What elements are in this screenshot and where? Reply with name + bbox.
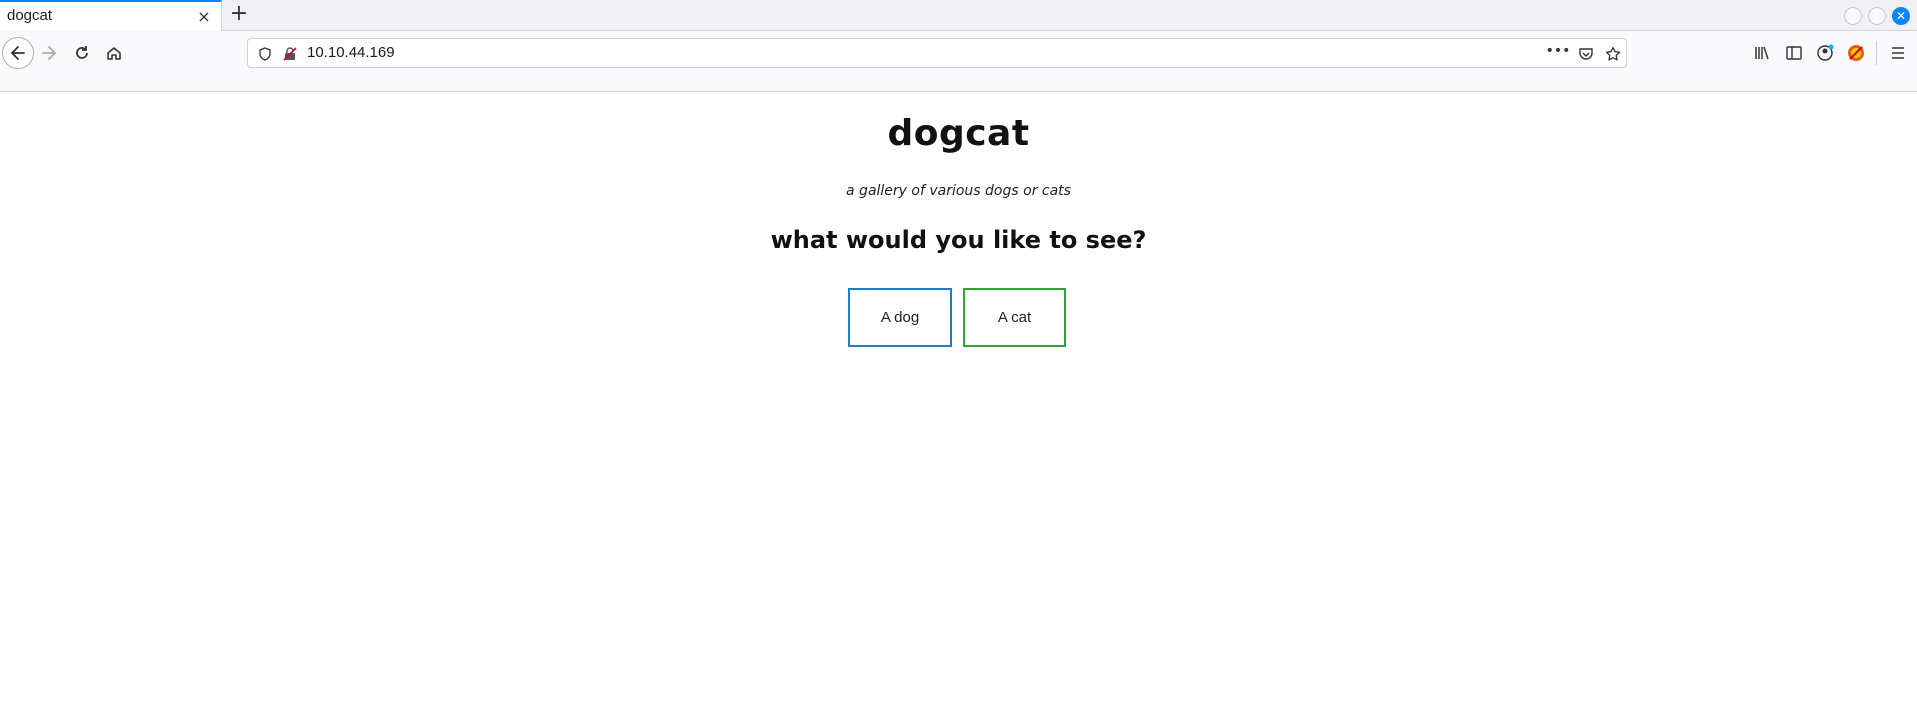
forward-button[interactable] bbox=[35, 39, 63, 67]
tab-strip: dogcat × + ✕ bbox=[0, 0, 1917, 31]
bookmark-star-icon[interactable] bbox=[1605, 46, 1621, 62]
sidebar-button[interactable] bbox=[1780, 39, 1808, 67]
menu-icon bbox=[1892, 47, 1904, 59]
extension-icon bbox=[1848, 45, 1864, 61]
shield-icon[interactable] bbox=[257, 46, 273, 62]
sidebar-icon bbox=[1786, 46, 1802, 60]
window-close-button[interactable]: ✕ bbox=[1892, 7, 1910, 25]
navigation-toolbar: 10.10.44.169 ••• bbox=[0, 31, 1917, 92]
reload-icon bbox=[76, 46, 88, 59]
tab-dogcat[interactable]: dogcat × bbox=[0, 0, 222, 31]
tab-title: dogcat bbox=[7, 7, 53, 24]
back-button[interactable] bbox=[2, 37, 34, 69]
page-content: dogcat a gallery of various dogs or cats… bbox=[0, 93, 1917, 708]
new-tab-button[interactable]: + bbox=[227, 3, 251, 27]
dog-button[interactable]: A dog bbox=[848, 288, 952, 347]
library-button[interactable] bbox=[1748, 39, 1776, 67]
account-button[interactable] bbox=[1811, 39, 1839, 67]
back-arrow-icon bbox=[10, 46, 25, 60]
toolbar-separator bbox=[1876, 41, 1877, 65]
cat-button[interactable]: A cat bbox=[963, 288, 1066, 347]
forward-arrow-icon bbox=[42, 46, 57, 60]
insecure-lock-icon[interactable] bbox=[282, 46, 298, 62]
url-bar[interactable]: 10.10.44.169 ••• bbox=[247, 38, 1627, 68]
maximize-button[interactable] bbox=[1868, 7, 1886, 25]
home-icon bbox=[107, 47, 121, 60]
page-title: dogcat bbox=[887, 113, 1030, 154]
url-text[interactable]: 10.10.44.169 bbox=[307, 44, 395, 61]
pocket-icon[interactable] bbox=[1578, 46, 1594, 62]
minimize-button[interactable] bbox=[1844, 7, 1862, 25]
library-icon bbox=[1755, 46, 1769, 60]
close-icon[interactable]: × bbox=[195, 8, 213, 26]
page-actions-icon[interactable]: ••• bbox=[1546, 43, 1571, 59]
extension-button[interactable] bbox=[1842, 39, 1870, 67]
question-heading: what would you like to see? bbox=[770, 226, 1147, 254]
account-icon bbox=[1817, 44, 1834, 61]
menu-button[interactable] bbox=[1884, 39, 1912, 67]
home-button[interactable] bbox=[100, 39, 128, 67]
reload-button[interactable] bbox=[68, 39, 96, 67]
page-subtitle: a gallery of various dogs or cats bbox=[846, 183, 1071, 199]
